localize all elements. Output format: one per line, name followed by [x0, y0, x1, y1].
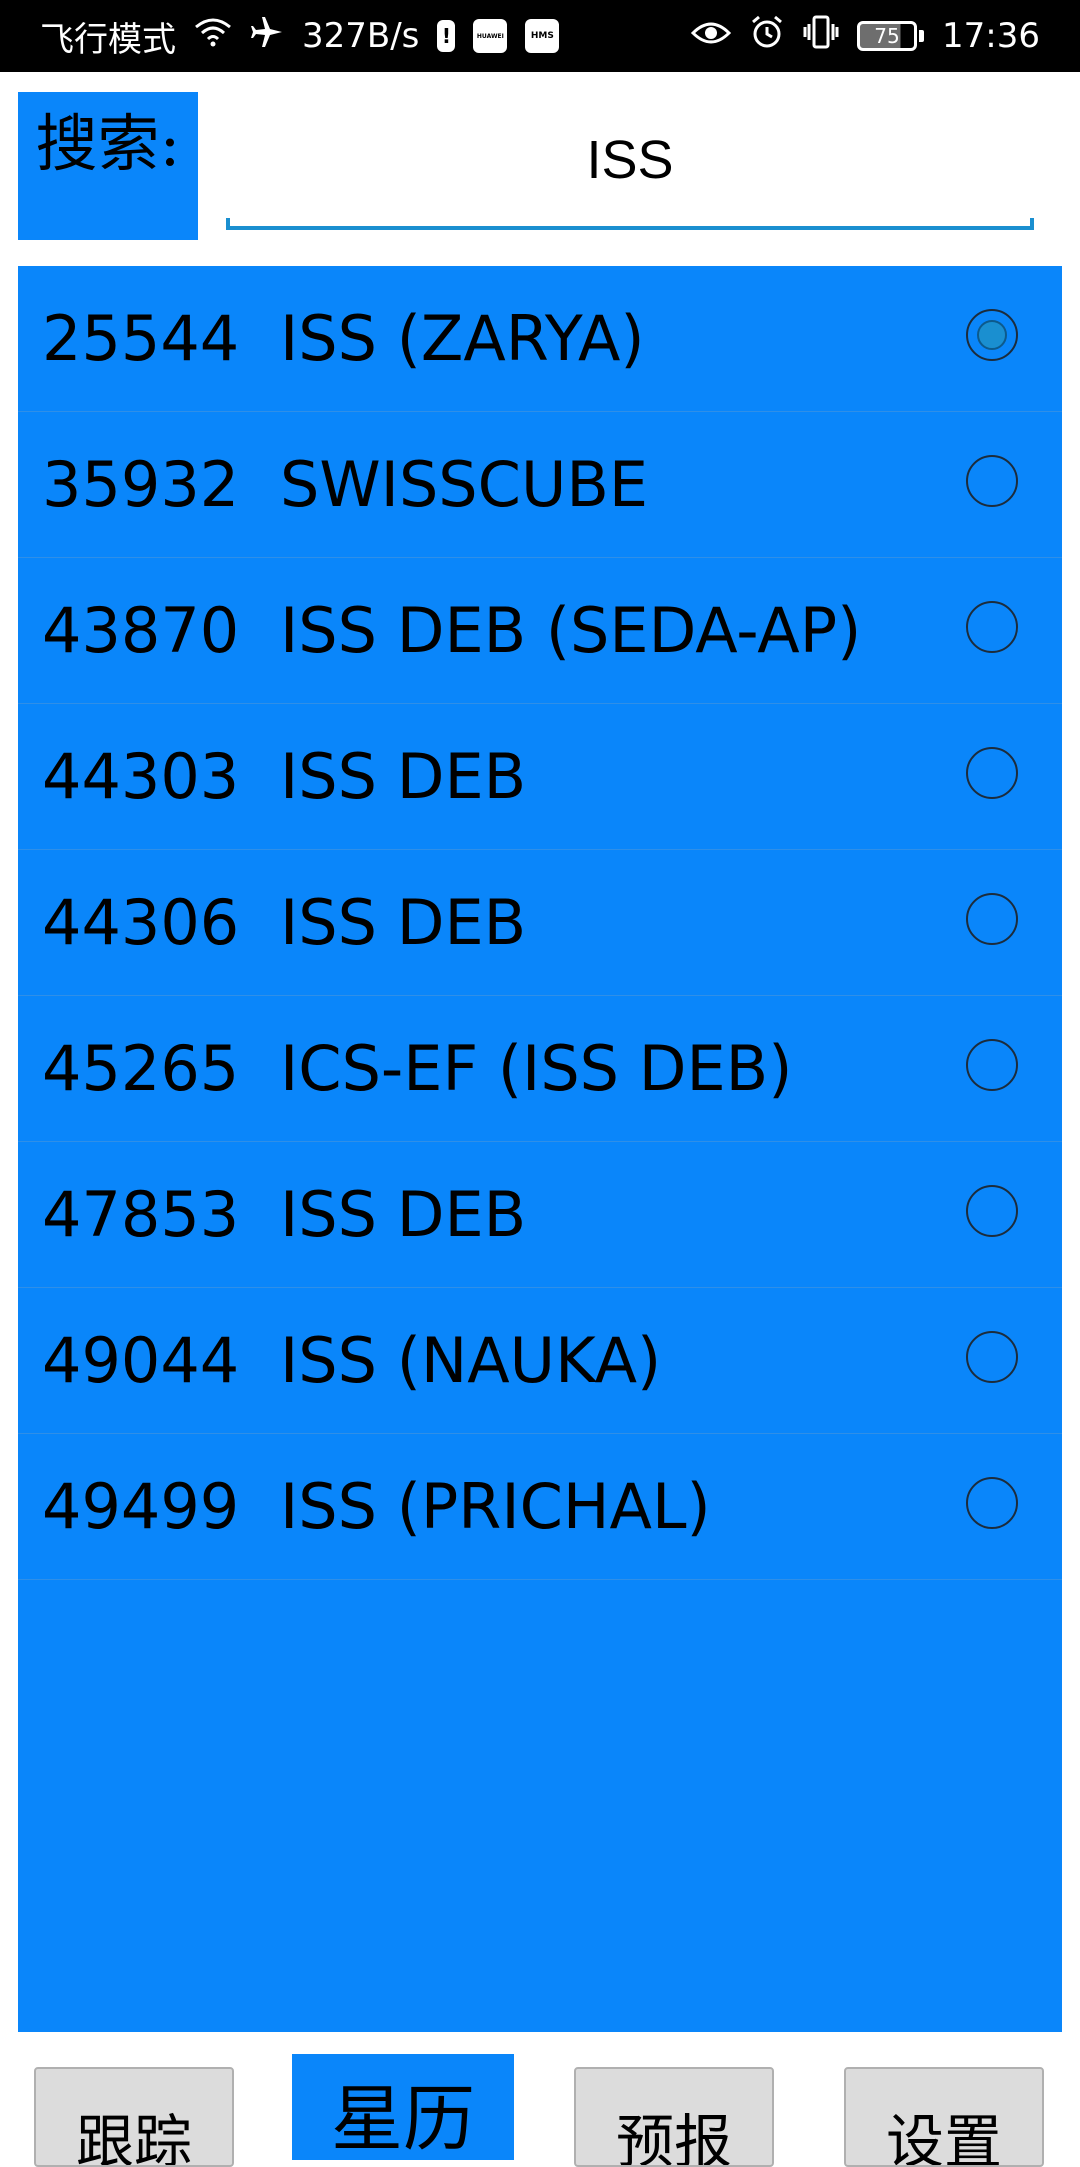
radio-button[interactable] — [966, 1184, 1018, 1237]
satellite-id: 44303 — [42, 740, 240, 813]
satellite-id: 45265 — [42, 1032, 240, 1105]
satellite-id: 47853 — [42, 1178, 240, 1251]
satellite-name: ICS-EF (ISS DEB) — [280, 1032, 793, 1105]
list-item[interactable]: 43870 ISS DEB (SEDA-AP) — [18, 558, 1062, 704]
vibrate-icon — [803, 15, 839, 58]
satellite-id: 49499 — [42, 1470, 240, 1543]
alarm-icon — [749, 14, 785, 59]
forecast-button[interactable]: 预报 — [574, 2067, 774, 2167]
list-item[interactable]: 25544 ISS (ZARYA) — [18, 266, 1062, 412]
list-item[interactable]: 49499 ISS (PRICHAL) — [18, 1434, 1062, 1580]
satellite-id: 35932 — [42, 448, 240, 521]
satellite-name: ISS DEB — [280, 1178, 527, 1251]
airplane-icon — [250, 15, 284, 58]
clock: 17:36 — [942, 16, 1040, 56]
list-item[interactable]: 47853 ISS DEB — [18, 1142, 1062, 1288]
hms-notification-icon: HMS — [525, 19, 560, 53]
list-item[interactable]: 44303 ISS DEB — [18, 704, 1062, 850]
satellite-id: 49044 — [42, 1324, 240, 1397]
satellite-name: ISS DEB (SEDA-AP) — [280, 594, 862, 667]
search-field[interactable] — [226, 110, 1034, 230]
radio-button-selected[interactable] — [966, 308, 1018, 361]
track-button[interactable]: 跟踪 — [34, 2067, 234, 2167]
satellite-id: 43870 — [42, 594, 240, 667]
list-item[interactable]: 35932 SWISSCUBE — [18, 412, 1062, 558]
huawei-notification-icon: HUAWEI — [473, 19, 508, 53]
battery-level: 75 — [857, 21, 918, 51]
radio-button[interactable] — [966, 600, 1018, 653]
search-label: 搜索: — [18, 92, 198, 240]
satellite-name: ISS (ZARYA) — [280, 302, 645, 375]
satellite-id: 44306 — [42, 886, 240, 959]
satellite-name: ISS (NAUKA) — [280, 1324, 662, 1397]
status-bar: 飞行模式 327B/s ! HUAWEI HMS 75 17:36 — [0, 0, 1080, 72]
satellite-list[interactable]: 25544 ISS (ZARYA) 35932 SWISSCUBE 43870 … — [18, 266, 1062, 2032]
ephemeris-button[interactable]: 星历 — [292, 2054, 514, 2160]
radio-button[interactable] — [966, 892, 1018, 945]
satellite-name: SWISSCUBE — [280, 448, 649, 521]
search-input[interactable] — [226, 110, 1034, 210]
airplane-mode-text: 飞行模式 — [40, 19, 176, 60]
radio-button[interactable] — [966, 746, 1018, 799]
satellite-name: ISS (PRICHAL) — [280, 1470, 711, 1543]
satellite-name: ISS DEB — [280, 740, 527, 813]
radio-button[interactable] — [966, 1476, 1018, 1529]
radio-dot — [977, 319, 1007, 350]
settings-button[interactable]: 设置 — [844, 2067, 1044, 2167]
satellite-id: 25544 — [42, 302, 240, 375]
radio-button[interactable] — [966, 1330, 1018, 1383]
notification-alert-icon: ! — [437, 20, 456, 52]
eye-icon — [690, 16, 732, 56]
radio-button[interactable] — [966, 1038, 1018, 1091]
list-item[interactable]: 45265 ICS-EF (ISS DEB) — [18, 996, 1062, 1142]
radio-button[interactable] — [966, 454, 1018, 507]
network-speed: 327B/s — [302, 16, 420, 56]
search-underline — [226, 218, 1034, 230]
wifi-icon — [194, 16, 232, 56]
list-item[interactable]: 44306 ISS DEB — [18, 850, 1062, 996]
satellite-name: ISS DEB — [280, 886, 527, 959]
list-item[interactable]: 49044 ISS (NAUKA) — [18, 1288, 1062, 1434]
battery-icon: 75 — [857, 21, 925, 51]
